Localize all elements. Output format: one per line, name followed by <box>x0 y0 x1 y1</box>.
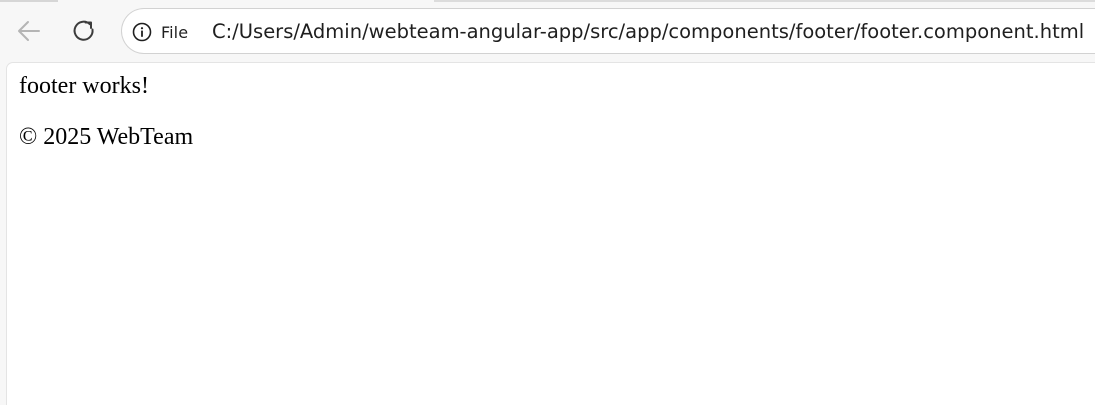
copyright-text: © 2025 WebTeam <box>19 124 194 150</box>
reload-icon <box>73 20 94 41</box>
url-text[interactable]: C:/Users/Admin/webteam-angular-app/src/a… <box>212 19 1084 45</box>
reload-button[interactable] <box>66 13 102 49</box>
back-button[interactable] <box>11 13 47 49</box>
tab-strip-edge <box>434 0 1095 2</box>
scheme-label: File <box>161 22 189 42</box>
tab-strip-edge <box>0 0 58 2</box>
page-viewport: footer works! © 2025 WebTeam <box>6 62 1095 405</box>
browser-toolbar: File C:/Users/Admin/webteam-angular-app/… <box>0 0 1095 62</box>
address-bar[interactable]: File C:/Users/Admin/webteam-angular-app/… <box>121 8 1095 54</box>
footer-works-text: footer works! <box>19 73 149 99</box>
arrow-left-icon <box>18 21 40 41</box>
site-info-button[interactable]: File <box>132 20 188 44</box>
info-circle-icon <box>132 22 152 42</box>
